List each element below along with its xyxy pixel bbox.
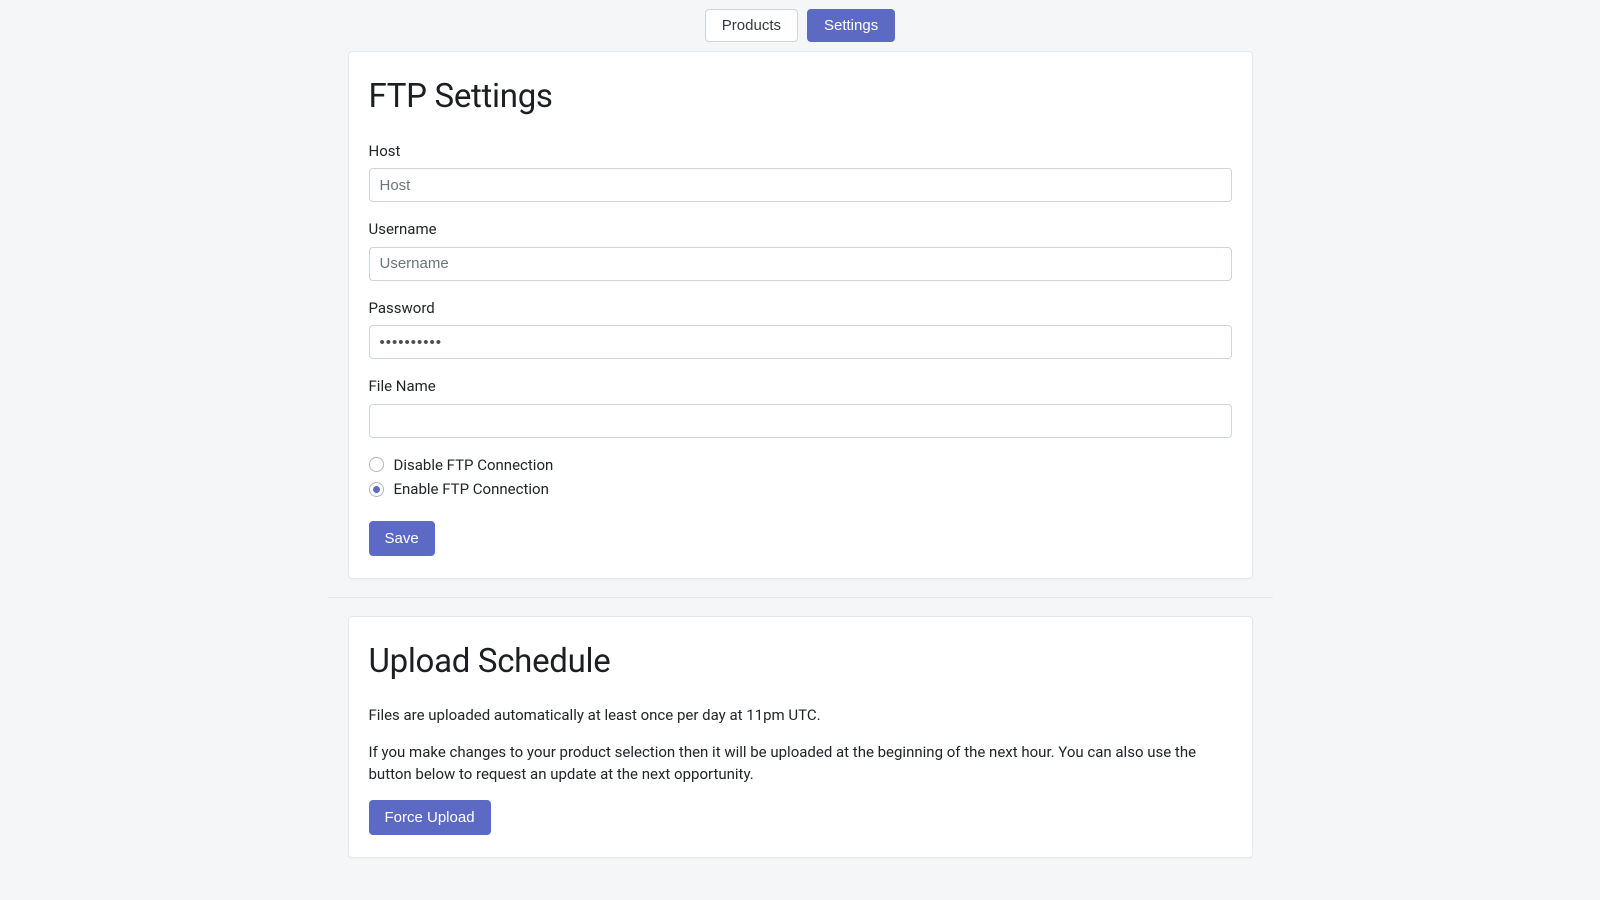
radio-disable-label[interactable]: Disable FTP Connection [394, 454, 554, 477]
username-input[interactable] [369, 247, 1232, 281]
ftp-section: FTP Settings Host Username Password File… [328, 51, 1273, 579]
password-input[interactable] [369, 325, 1232, 359]
page-container: Products Settings FTP Settings Host User… [328, 0, 1273, 858]
upload-heading: Upload Schedule [369, 637, 1232, 687]
radio-enable-label[interactable]: Enable FTP Connection [394, 478, 549, 501]
upload-card: Upload Schedule Files are uploaded autom… [348, 616, 1253, 858]
filename-input[interactable] [369, 404, 1232, 438]
radio-disable-row: Disable FTP Connection [369, 454, 1232, 477]
host-input[interactable] [369, 168, 1232, 202]
force-upload-button[interactable]: Force Upload [369, 800, 491, 835]
tab-products[interactable]: Products [705, 9, 798, 42]
section-divider [328, 597, 1273, 598]
radio-enable-row: Enable FTP Connection [369, 478, 1232, 501]
ftp-heading: FTP Settings [369, 72, 1232, 122]
tab-settings[interactable]: Settings [807, 9, 895, 42]
password-group: Password [369, 297, 1232, 360]
ftp-card: FTP Settings Host Username Password File… [348, 51, 1253, 579]
username-group: Username [369, 218, 1232, 281]
ftp-connection-radios: Disable FTP Connection Enable FTP Connec… [369, 454, 1232, 501]
upload-section: Upload Schedule Files are uploaded autom… [328, 616, 1273, 858]
username-label: Username [369, 218, 1232, 241]
radio-disable[interactable] [369, 457, 384, 472]
filename-group: File Name [369, 375, 1232, 438]
filename-label: File Name [369, 375, 1232, 398]
host-group: Host [369, 140, 1232, 203]
upload-p1: Files are uploaded automatically at leas… [369, 704, 1232, 727]
upload-p2: If you make changes to your product sele… [369, 741, 1232, 786]
tab-bar: Products Settings [328, 9, 1273, 42]
save-button[interactable]: Save [369, 521, 435, 556]
password-label: Password [369, 297, 1232, 320]
host-label: Host [369, 140, 1232, 163]
radio-enable[interactable] [369, 482, 384, 497]
